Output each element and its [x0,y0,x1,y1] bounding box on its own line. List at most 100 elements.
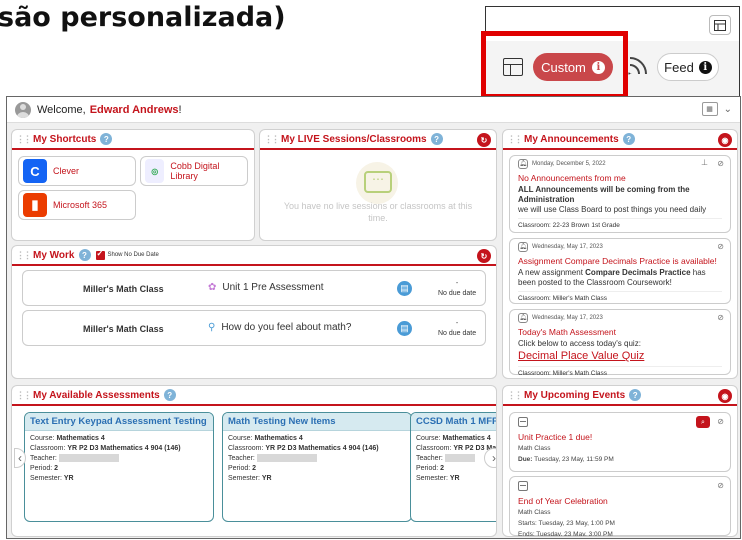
event-card[interactable]: ⊘ End of Year Celebration Math Class Sta… [509,476,731,536]
my-work-widget: ⋮⋮My Work? Show No Due Date ↻ Miller's Mat… [11,245,497,379]
announcement-card[interactable]: 🔔︎ Wednesday, May 17, 2023 ⊘ Assignment C… [509,238,731,304]
rss-icon[interactable] [627,54,651,82]
drag-handle-icon[interactable]: ⋮⋮ [264,134,280,145]
pin-icon[interactable]: ⊥ [701,158,708,168]
assessments-widget: ⋮⋮ My Available Assessments? Text Entry K… [11,385,497,537]
announcement-bold: Compare Decimals Practice [585,268,691,277]
shortcut-cobb-library[interactable]: ◎ Cobb Digital Library [140,156,248,186]
announcement-body: we will use Class Board to post things y… [518,205,707,214]
eye-icon[interactable]: ◉ [718,389,732,403]
event-ends: Ends: Tuesday, 23 May, 3:00 PM [518,531,613,537]
page-heading: são personalizada) [0,2,286,33]
event-card[interactable]: ⌕ ⊘ Unit Practice 1 due! Math Class Due: … [509,412,731,472]
semester-value: YR [261,475,272,482]
period-value: 2 [440,465,445,472]
layout-icon [714,19,726,31]
document-icon[interactable]: ▤ [397,321,412,336]
next-arrow-icon[interactable]: › [484,448,496,468]
user-name[interactable]: Edward Andrews [90,104,179,116]
cobb-library-logo-icon: ◎ [145,159,165,183]
shortcut-clever[interactable]: C Clever [18,156,136,186]
teacher-label: Teacher: [30,455,57,462]
drag-handle-icon[interactable]: ⋮⋮ [16,250,32,261]
semester-label: Semester: [416,475,450,482]
event-class: Math Class [518,445,551,452]
announcement-date: Wednesday, May 17, 2023 [532,244,603,250]
announcement-card[interactable]: 🔔︎ Monday, December 5, 2022 ⊥ ⊘ No Announc… [509,155,731,233]
drag-handle-icon[interactable]: ⋮⋮ [507,134,523,145]
refresh-icon[interactable]: ↻ [477,249,491,263]
event-due: Tuesday, 23 May, 11:59 PM [534,456,614,463]
widget-title: My LIVE Sessions/Classrooms [281,133,427,145]
help-icon[interactable]: ? [430,133,443,145]
calendar-icon [518,481,528,491]
drag-handle-icon[interactable]: ⋮⋮ [16,390,32,401]
widget-title: My Announcements [524,133,619,145]
announcement-classroom: Classroom: Miller's Math Class [518,291,722,304]
highlight-box [481,31,628,99]
shortcut-microsoft-365[interactable]: ▮ Microsoft 365 [18,190,136,220]
document-icon[interactable]: ▤ [397,281,412,296]
announcement-classroom: Classroom: 22-23 Brown 1st Grade [518,218,722,231]
feed-label: Feed [664,59,694,75]
assessment-card[interactable]: CCSD Math 1 MFF Course: Mathematics 4 Cl… [410,412,496,522]
hide-icon[interactable]: ⊘ [717,416,724,427]
announcement-date: Wednesday, May 17, 2023 [532,315,603,321]
refresh-icon[interactable]: ↻ [477,133,491,147]
event-class: Math Class [518,509,551,516]
classroom-value: YR P2 D3 Mathematics 4 904 (146) [67,445,181,452]
calendar-icon [518,417,528,427]
course-label: Course: [416,435,443,442]
welcome-bar: Welcome, Edward Andrews! ▦ ⌄ [7,97,740,123]
course-value: Mathematics 4 [442,435,491,442]
assessment-card[interactable]: Math Testing New Items Course: Mathemati… [222,412,412,522]
announcement-body: A new assignment [518,268,586,277]
due-dash: - [455,320,459,327]
shortcut-label: Clever [53,166,80,176]
assessment-card[interactable]: Text Entry Keypad Assessment Testing Cou… [24,412,214,522]
feed-view-button[interactable]: Feed i [657,53,719,81]
help-icon[interactable]: ? [100,133,113,145]
bell-icon: 🔔︎ [518,159,528,169]
hide-icon[interactable]: ⊘ [717,480,724,491]
event-title: Unit Practice 1 due! [518,432,593,442]
help-icon[interactable]: ? [163,389,176,401]
widget-title: My Work [33,249,75,261]
announcement-card[interactable]: 🔔︎ Wednesday, May 17, 2023 ⊘ Today's Math… [509,309,731,377]
layout-icon[interactable]: ▦ [701,102,718,116]
shortcut-label: Cobb Digital Library [170,161,220,181]
work-row[interactable]: Miller's Math Class ✿ Unit 1 Pre Assessme… [22,270,486,306]
semester-label: Semester: [228,475,262,482]
hide-icon[interactable]: ⊘ [717,313,724,323]
redacted-teacher [444,454,475,463]
help-icon[interactable]: ? [78,249,91,261]
course-label: Course: [228,435,255,442]
announcement-title: Today's Math Assessment [518,327,616,337]
help-icon[interactable]: ? [629,389,642,401]
drag-handle-icon[interactable]: ⋮⋮ [507,390,523,401]
show-no-due-label: Show No Due Date [107,252,159,258]
period-value: 2 [252,465,257,472]
clever-logo-icon: C [23,159,47,183]
eye-icon[interactable]: ◉ [718,133,732,147]
widget-title: My Upcoming Events [524,389,626,401]
drag-handle-icon[interactable]: ⋮⋮ [16,134,32,145]
avatar[interactable] [15,101,31,118]
period-label: Period: [416,465,441,472]
period-label: Period: [228,465,253,472]
search-icon[interactable]: ⌕ [696,416,710,428]
layout-toggle-button[interactable] [709,15,731,35]
show-no-due-checkbox[interactable] [95,249,105,260]
due-label: Due: [518,456,533,463]
quiz-link[interactable]: Decimal Place Value Quiz [518,349,722,363]
help-icon[interactable]: ? [622,133,635,145]
work-row[interactable]: Miller's Math Class ⚲ How do you feel abo… [22,310,486,346]
chevron-down-icon[interactable]: ⌄ [724,104,732,115]
bell-icon: 🔔︎ [518,313,528,323]
semester-label: Semester: [30,475,64,482]
classroom-label: Classroom: [228,445,266,452]
hide-icon[interactable]: ⊘ [717,159,724,169]
work-class: Miller's Math Class [83,284,164,294]
semester-value: YR [449,475,460,482]
hide-icon[interactable]: ⊘ [717,242,724,252]
